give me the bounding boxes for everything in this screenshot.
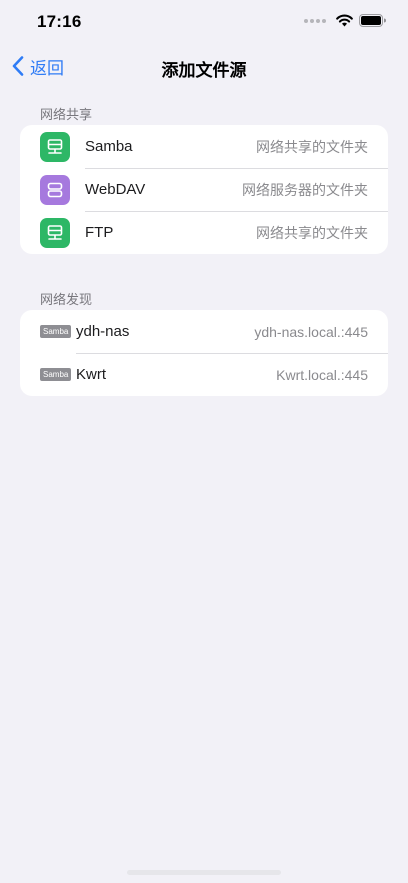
server-name: Kwrt xyxy=(76,366,106,383)
discovered-server-ydh-nas[interactable]: Samba ydh-nas ydh-nas.local.:445 xyxy=(20,310,388,353)
navigation-bar: 返回 添加文件源 xyxy=(0,44,408,88)
server-name: ydh-nas xyxy=(76,323,130,340)
server-address: ydh-nas.local.:445 xyxy=(254,323,368,340)
share-item-title: Samba xyxy=(85,138,133,155)
home-indicator xyxy=(127,870,281,875)
section-header-network-discovery: 网络发现 xyxy=(40,292,93,307)
page-title: 添加文件源 xyxy=(161,61,247,80)
server-address: Kwrt.local.:445 xyxy=(276,366,368,383)
status-bar: 17:16 xyxy=(0,0,408,44)
wifi-icon xyxy=(336,14,353,27)
protocol-badge: Samba xyxy=(40,325,72,338)
share-item-ftp[interactable]: FTP 网络共享的文件夹 xyxy=(20,211,388,254)
server-icon xyxy=(40,132,70,162)
status-time: 17:16 xyxy=(37,12,82,31)
share-item-title: FTP xyxy=(85,224,114,241)
share-item-detail: 网络共享的文件夹 xyxy=(256,224,368,241)
battery-icon xyxy=(359,14,386,27)
share-item-detail: 网络服务器的文件夹 xyxy=(242,181,368,198)
server-stack-icon xyxy=(40,175,70,205)
network-discovery-list: Samba ydh-nas ydh-nas.local.:445 Samba K… xyxy=(20,310,388,396)
section-header-network-share: 网络共享 xyxy=(40,107,93,122)
discovered-server-kwrt[interactable]: Samba Kwrt Kwrt.local.:445 xyxy=(20,353,388,396)
share-item-samba[interactable]: Samba 网络共享的文件夹 xyxy=(20,125,388,168)
share-item-webdav[interactable]: WebDAV 网络服务器的文件夹 xyxy=(20,168,388,211)
protocol-badge: Samba xyxy=(40,368,72,381)
share-item-detail: 网络共享的文件夹 xyxy=(256,138,368,155)
cellular-signal-icon xyxy=(304,18,326,23)
status-icons xyxy=(304,14,386,27)
server-icon xyxy=(40,218,70,248)
share-item-title: WebDAV xyxy=(85,181,146,198)
network-share-list: Samba 网络共享的文件夹 WebDAV 网络服务器的文件夹 FTP 网络共享… xyxy=(20,125,388,254)
